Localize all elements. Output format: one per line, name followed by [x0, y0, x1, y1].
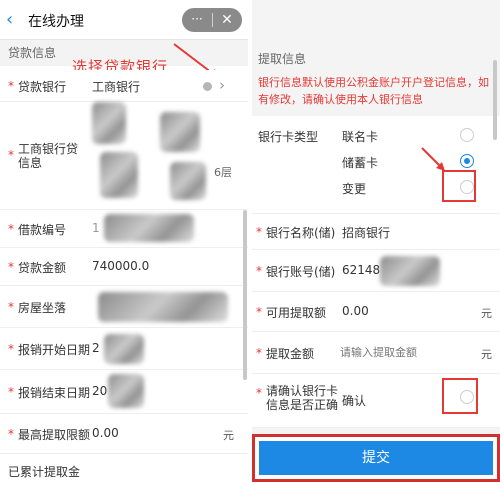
- reimburse-start-value: 2: [92, 341, 100, 355]
- required-mark: *: [8, 300, 14, 314]
- reimburse-end-label: 报销结束日期: [18, 386, 91, 400]
- confirm-bank-info-label: 请确认银行卡 信息是否正确: [266, 384, 339, 412]
- nav-bar: ‹ 在线办理 ··· ✕: [0, 0, 248, 40]
- required-mark: *: [256, 346, 262, 360]
- loan-amount-value: 740000.0: [92, 259, 150, 273]
- currency-unit: 元: [481, 307, 492, 320]
- required-mark: *: [256, 225, 262, 239]
- mini-program-capsule: ··· ✕: [182, 8, 242, 32]
- required-mark: *: [8, 385, 14, 399]
- scrollbar[interactable]: [243, 210, 247, 380]
- loan-amount-row: * 贷款金额 740000.0: [0, 248, 248, 286]
- submit-highlight-box: 提交: [252, 434, 500, 482]
- reimburse-end-row[interactable]: * 报销结束日期 20: [0, 370, 248, 414]
- required-mark: *: [256, 305, 262, 319]
- redacted-area: [104, 334, 144, 364]
- loan-bank-value: 工商银行: [92, 80, 141, 94]
- annotation-arrow: [421, 147, 445, 171]
- reimburse-end-value: 20: [92, 384, 108, 398]
- more-icon[interactable]: ···: [182, 8, 212, 32]
- redacted-area: [170, 162, 206, 200]
- currency-unit: 元: [223, 429, 234, 442]
- bank-account-row: * 银行账号(储) 62148: [252, 250, 500, 292]
- withdraw-amount-label: 提取金额: [266, 347, 315, 361]
- available-amount-label: 可用提取额: [266, 306, 327, 320]
- redacted-area: [100, 152, 138, 198]
- close-icon[interactable]: ✕: [212, 8, 242, 32]
- bank-account-label: 银行账号(储): [266, 265, 336, 279]
- cut-off-label: 已累计提取金: [8, 465, 81, 479]
- loan-info-screen: ‹ 在线办理 ··· ✕ 贷款信息 选择贷款银行 * 贷款银行 工商银行 › *…: [0, 0, 248, 482]
- bank-name-value: 招商银行: [342, 226, 391, 240]
- confirm-option[interactable]: 确认: [342, 392, 366, 409]
- option-change[interactable]: 变更: [342, 180, 366, 197]
- loan-number-label: 借款编号: [18, 223, 67, 237]
- icbc-loan-info-label: 工商银行贷 信息: [18, 142, 79, 170]
- section-title-withdraw: 提取信息: [258, 52, 307, 66]
- highlight-box: [442, 378, 478, 414]
- clear-icon[interactable]: [203, 82, 212, 91]
- property-address-label: 房屋坐落: [18, 301, 67, 315]
- back-icon[interactable]: ‹: [6, 10, 24, 30]
- address-suffix: 6层: [214, 166, 232, 179]
- bank-name-label: 银行名称(储): [266, 226, 336, 240]
- loan-bank-row[interactable]: * 贷款银行 工商银行 ›: [0, 70, 248, 102]
- chevron-right-icon: ›: [219, 76, 225, 94]
- required-mark: *: [8, 79, 14, 93]
- required-mark: *: [8, 427, 14, 441]
- redacted-area: [108, 374, 144, 408]
- card-type-row: 银行卡类型 联名卡 储蓄卡 变更: [252, 116, 500, 214]
- bank-info-notice: 银行信息默认使用公积金账户开户登记信息，如有修改，请确认使用本人银行信息: [258, 76, 489, 106]
- icbc-loan-info-row[interactable]: * 工商银行贷 信息 6层: [0, 102, 248, 210]
- max-withdraw-limit-label: 最高提取限额: [18, 428, 91, 442]
- page-title: 在线办理: [28, 14, 84, 30]
- available-amount-value: 0.00: [342, 304, 369, 318]
- max-withdraw-limit-value: 0.00: [92, 426, 119, 440]
- withdraw-amount-input[interactable]: [340, 341, 460, 363]
- loan-number-row: * 借款编号 1: [0, 210, 248, 248]
- required-mark: *: [8, 148, 14, 162]
- withdraw-amount-row: * 提取金额 元: [252, 332, 500, 374]
- required-mark: *: [8, 260, 14, 274]
- option-joint-card[interactable]: 联名卡: [342, 128, 378, 145]
- reimburse-start-label: 报销开始日期: [18, 343, 91, 357]
- redacted-area: [98, 292, 228, 322]
- loan-amount-label: 贷款金额: [18, 261, 67, 275]
- option-debit-card[interactable]: 储蓄卡: [342, 154, 378, 171]
- withdraw-info-screen: 提取信息 银行信息默认使用公积金账户开户登记信息，如有修改，请确认使用本人银行信…: [252, 0, 500, 482]
- submit-button[interactable]: 提交: [259, 441, 493, 475]
- bank-name-row: * 银行名称(储) 招商银行: [252, 214, 500, 250]
- bank-account-value: 62148: [342, 263, 381, 277]
- radio-joint-card[interactable]: [460, 128, 474, 142]
- loan-bank-label: 贷款银行: [18, 80, 67, 94]
- radio-debit-card[interactable]: [460, 154, 474, 168]
- scrollbar[interactable]: [493, 60, 497, 140]
- redacted-area: [380, 256, 440, 286]
- confirm-bank-info-row: * 请确认银行卡 信息是否正确 确认: [252, 374, 500, 428]
- redacted-area: [160, 112, 200, 152]
- redacted-area: [92, 102, 126, 144]
- max-withdraw-limit-row: * 最高提取限额 0.00 元: [0, 414, 248, 454]
- reimburse-start-row[interactable]: * 报销开始日期 2: [0, 328, 248, 370]
- card-type-label: 银行卡类型: [258, 130, 319, 144]
- required-mark: *: [8, 222, 14, 236]
- loan-number-value: 1: [92, 221, 100, 235]
- required-mark: *: [256, 386, 262, 400]
- required-mark: *: [8, 342, 14, 356]
- currency-unit: 元: [481, 348, 492, 361]
- redacted-area: [104, 214, 194, 242]
- available-amount-row: * 可用提取额 0.00 元: [252, 292, 500, 332]
- required-mark: *: [256, 264, 262, 278]
- property-address-row: * 房屋坐落: [0, 286, 248, 328]
